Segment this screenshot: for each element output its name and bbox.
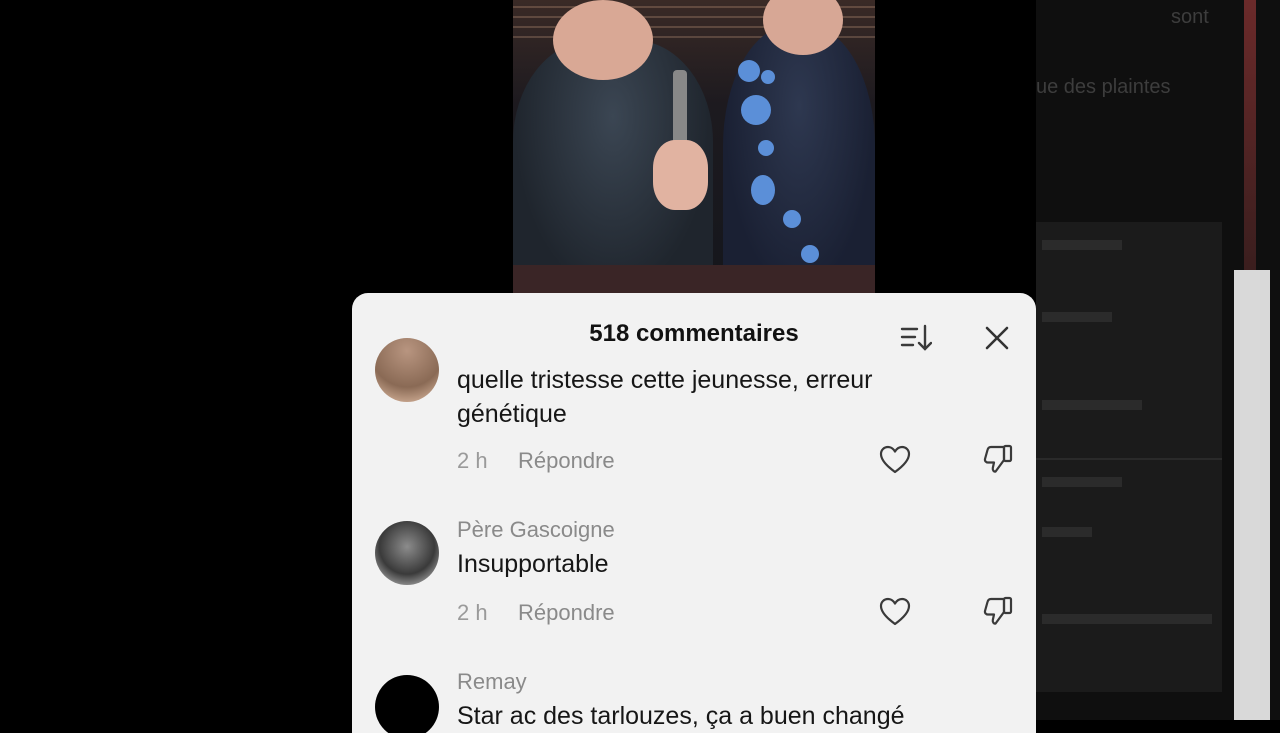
background-scroll-strip	[1234, 270, 1270, 720]
comment-item: quelle tristesse cette jeunesse, erreur …	[352, 293, 1036, 503]
video-player[interactable]	[513, 0, 875, 295]
thumbs-down-icon[interactable]	[982, 595, 1014, 627]
comment-item: Père Gascoigne Insupportable 2 h Répondr…	[352, 503, 1036, 663]
thumbs-down-icon[interactable]	[982, 443, 1014, 475]
flower-decoration	[783, 210, 801, 228]
flower-decoration	[751, 175, 775, 205]
comment-time: 2 h	[457, 448, 488, 473]
background-panel	[1036, 222, 1222, 692]
comment-text: quelle tristesse cette jeunesse, erreur …	[457, 366, 873, 428]
comment-text: Star ac des tarlouzes, ça a buen changé	[457, 702, 905, 730]
comment-time: 2 h	[457, 600, 488, 625]
flower-decoration	[758, 140, 774, 156]
reply-button[interactable]: Répondre	[518, 448, 615, 474]
flower-decoration	[761, 70, 775, 84]
avatar[interactable]	[375, 521, 439, 585]
comment-username[interactable]: Remay	[457, 669, 527, 695]
background-bar	[1244, 0, 1256, 270]
heart-icon[interactable]	[879, 445, 911, 475]
microphone	[673, 70, 687, 150]
background-text: sont	[1171, 6, 1209, 28]
background-text: ue des plaintes	[1036, 76, 1171, 98]
avatar[interactable]	[375, 338, 439, 402]
comments-sheet: 518 commentaires quelle tristesse cette …	[352, 293, 1036, 733]
flower-decoration	[738, 60, 760, 82]
hand	[653, 140, 708, 210]
face-right	[763, 0, 843, 55]
heart-icon[interactable]	[879, 597, 911, 627]
flower-decoration	[741, 95, 771, 125]
comment-text: Insupportable	[457, 550, 609, 578]
flower-decoration	[801, 245, 819, 263]
floor	[513, 265, 875, 295]
background-page: sont ue des plaintes	[1036, 0, 1280, 720]
reply-button[interactable]: Répondre	[518, 600, 615, 626]
comment-username[interactable]: Père Gascoigne	[457, 517, 615, 543]
face-left	[553, 0, 653, 80]
comment-item: Remay Star ac des tarlouzes, ça a buen c…	[352, 663, 1036, 733]
avatar[interactable]	[375, 675, 439, 733]
